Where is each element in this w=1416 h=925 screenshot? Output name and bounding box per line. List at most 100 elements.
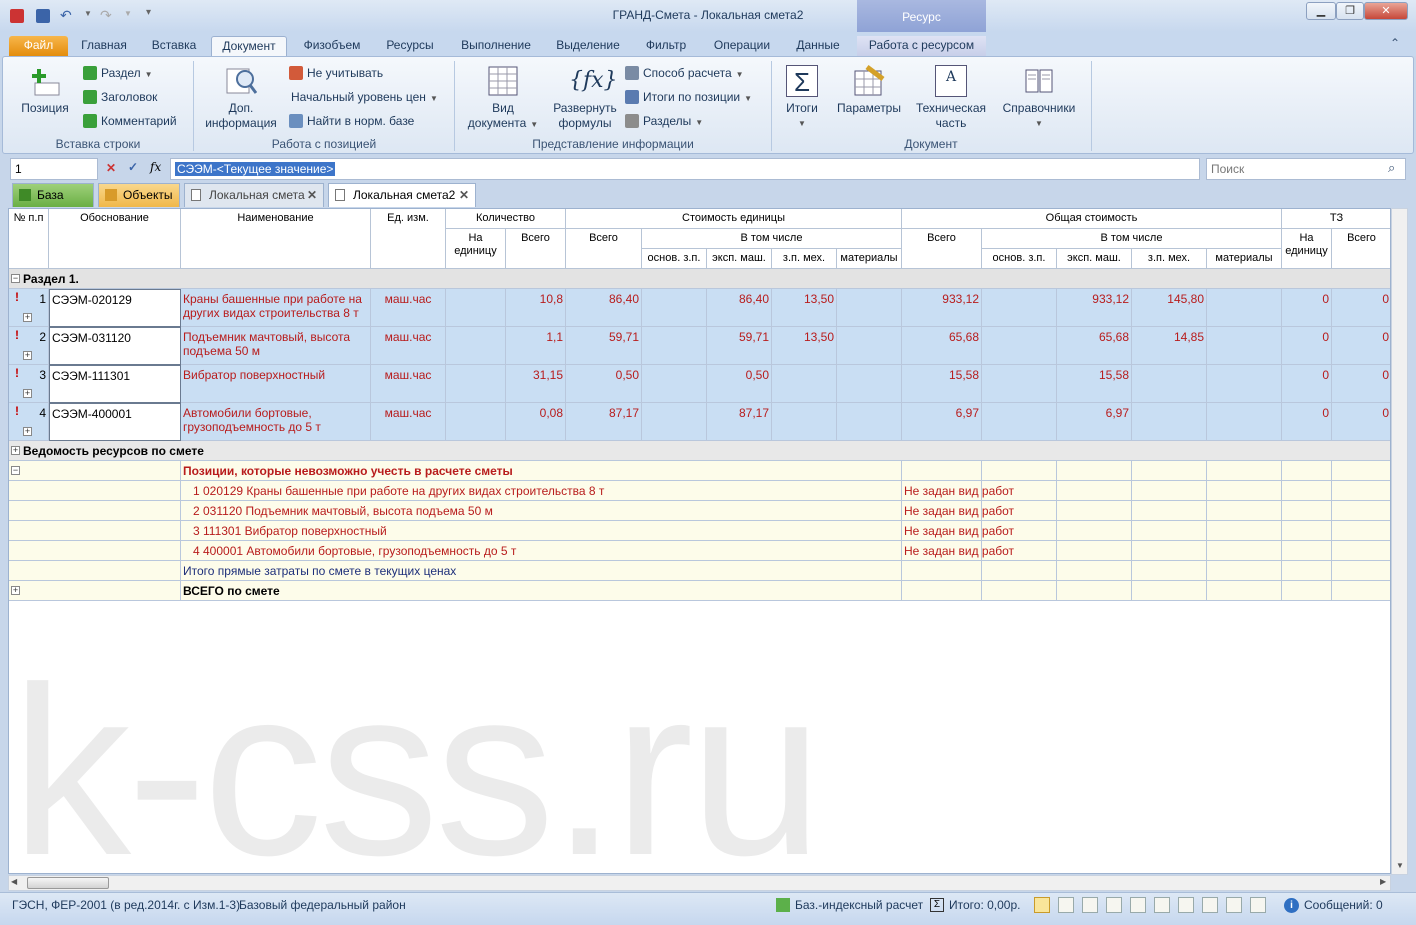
status-messages[interactable]: Сообщений: 0 [1304, 897, 1383, 913]
cell-tc-mach[interactable]: 933,12 [1057, 289, 1132, 327]
impossible-row-cell[interactable] [1282, 501, 1332, 521]
cell-empty[interactable] [837, 365, 902, 403]
impossible-title-row-cell[interactable] [1057, 461, 1132, 481]
insert-position-button[interactable]: Позиция [17, 65, 73, 116]
cell-uc-mach[interactable]: 87,17 [707, 403, 772, 441]
resource-sheet-row[interactable]: Ведомость ресурсов по смете [9, 441, 1390, 461]
view-mode-icon[interactable] [1202, 897, 1218, 913]
vertical-scrollbar[interactable]: ▼ [1391, 208, 1408, 875]
view-mode-icon[interactable] [1178, 897, 1194, 913]
cell-uc-total[interactable]: 59,71 [566, 327, 642, 365]
impossible-title-row-cell[interactable] [902, 461, 982, 481]
tab-base[interactable]: База [12, 183, 94, 207]
header-uc-mach-wage[interactable]: з.п. мех. [772, 249, 837, 269]
cell-tc-wage[interactable]: 14,85 [1132, 327, 1207, 365]
insert-comment-button[interactable]: Комментарий [83, 112, 177, 130]
cell-unit[interactable]: маш.час [371, 327, 446, 365]
cell-empty[interactable] [642, 403, 707, 441]
cell-uc-wage[interactable]: 13,50 [772, 289, 837, 327]
cell-qty-total[interactable]: 10,8 [506, 289, 566, 327]
header-tc-mach-wage[interactable]: з.п. мех. [1132, 249, 1207, 269]
collapse-icon[interactable]: − [11, 466, 20, 475]
cell-tz-total[interactable]: 0 [1332, 403, 1390, 441]
search-input[interactable]: Поиск [1206, 158, 1406, 180]
total-row-cell[interactable] [9, 581, 181, 601]
header-tz-per-unit[interactable]: На единицу [1282, 229, 1332, 269]
total-row-cell[interactable] [1332, 581, 1390, 601]
header-qty-per-unit[interactable]: На единицу [446, 229, 506, 269]
cell-empty[interactable] [982, 327, 1057, 365]
close-tab-icon[interactable]: ✕ [307, 184, 317, 206]
view-mode-icon[interactable] [1130, 897, 1146, 913]
position-totals-button[interactable]: Итоги по позиции ▼ [625, 88, 752, 106]
impossible-row-cell[interactable] [1207, 501, 1282, 521]
cell-tc-total[interactable]: 15,58 [902, 365, 982, 403]
cell-name[interactable]: Вибратор поверхностный [181, 365, 371, 403]
search-icon[interactable]: ⌕ [1388, 160, 1395, 176]
cell-tc-total[interactable]: 933,12 [902, 289, 982, 327]
totals-button[interactable]: Σ Итоги ▼ [779, 65, 825, 131]
cell-empty[interactable] [837, 403, 902, 441]
scroll-right-icon[interactable]: ▶ [1380, 877, 1386, 886]
direct-costs-row-cell[interactable] [9, 561, 181, 581]
cell-code[interactable]: СЭЭМ-111301 [49, 365, 181, 403]
cell-tc-wage[interactable]: 145,80 [1132, 289, 1207, 327]
direct-costs-row-cell[interactable] [1207, 561, 1282, 581]
cell-tz-unit[interactable]: 0 [1282, 289, 1332, 327]
total-row-cell[interactable] [1207, 581, 1282, 601]
cell-uc-mach[interactable]: 59,71 [707, 327, 772, 365]
cell-tc-mach[interactable]: 15,58 [1057, 365, 1132, 403]
impossible-row-cell[interactable] [1207, 541, 1282, 561]
expand-icon[interactable]: + [11, 586, 20, 595]
cell-uc-total[interactable]: 0,50 [566, 365, 642, 403]
cell-unit[interactable]: маш.час [371, 365, 446, 403]
impossible-title-row-cell[interactable] [982, 461, 1057, 481]
cell-name[interactable]: Краны башенные при работе на других вида… [181, 289, 371, 327]
cell-empty[interactable] [1207, 327, 1282, 365]
impossible-title-row-cell[interactable] [1282, 461, 1332, 481]
tab-physvolume[interactable]: Физобъем [294, 36, 370, 56]
impossible-row-cell[interactable] [1282, 541, 1332, 561]
view-mode-icon[interactable] [1250, 897, 1266, 913]
header-tz-total[interactable]: Всего [1332, 229, 1390, 269]
cancel-edit-icon[interactable]: ✕ [106, 161, 116, 175]
direct-costs-row-cell[interactable] [1057, 561, 1132, 581]
impossible-row-cell[interactable] [9, 541, 181, 561]
impossible-title-row-cell[interactable] [1332, 461, 1390, 481]
header-basis[interactable]: Обоснование [49, 209, 181, 269]
close-button[interactable]: ✕ [1364, 2, 1408, 20]
impossible-title-row-cell[interactable] [1207, 461, 1282, 481]
cell-empty[interactable] [1207, 403, 1282, 441]
tab-data[interactable]: Данные [788, 36, 848, 56]
cell-uc-total[interactable]: 87,17 [566, 403, 642, 441]
expand-icon[interactable]: + [23, 427, 32, 436]
cell-tz-unit[interactable]: 0 [1282, 365, 1332, 403]
close-tab-icon[interactable]: ✕ [459, 184, 469, 206]
cell-tz-unit[interactable]: 0 [1282, 403, 1332, 441]
impossible-row-cell[interactable] [1332, 541, 1390, 561]
cell-reference-input[interactable]: 1 [10, 158, 98, 180]
confirm-edit-icon[interactable]: ✓ [128, 160, 138, 174]
cell-tc-mach[interactable]: 6,97 [1057, 403, 1132, 441]
collapse-ribbon-icon[interactable]: ⌃ [1390, 36, 1400, 50]
impossible-row-cell[interactable] [1207, 521, 1282, 541]
cell-tz-total[interactable]: 0 [1332, 327, 1390, 365]
impossible-row-cell[interactable] [1282, 481, 1332, 501]
tab-execution[interactable]: Выполнение [452, 36, 540, 56]
estimate-grid[interactable]: k-css.ru № п.п Обоснование Наименование … [8, 208, 1391, 874]
header-num[interactable]: № п.п [9, 209, 49, 269]
cell-tc-mach[interactable]: 65,68 [1057, 327, 1132, 365]
cell-empty[interactable] [1207, 365, 1282, 403]
view-mode-icon[interactable] [1154, 897, 1170, 913]
cell-tc-total[interactable]: 65,68 [902, 327, 982, 365]
impossible-row-cell[interactable] [9, 521, 181, 541]
cell-qty-total[interactable]: 31,15 [506, 365, 566, 403]
document-view-button[interactable]: Вид документа ▼ [463, 65, 543, 132]
cell-empty[interactable] [982, 289, 1057, 327]
tab-objects[interactable]: Объекты [98, 183, 180, 207]
cell-empty[interactable] [446, 327, 506, 365]
tab-filter[interactable]: Фильтр [636, 36, 696, 56]
header-tc-materials[interactable]: материалы [1207, 249, 1282, 269]
collapse-icon[interactable]: − [11, 274, 20, 283]
expand-icon[interactable]: + [23, 389, 32, 398]
